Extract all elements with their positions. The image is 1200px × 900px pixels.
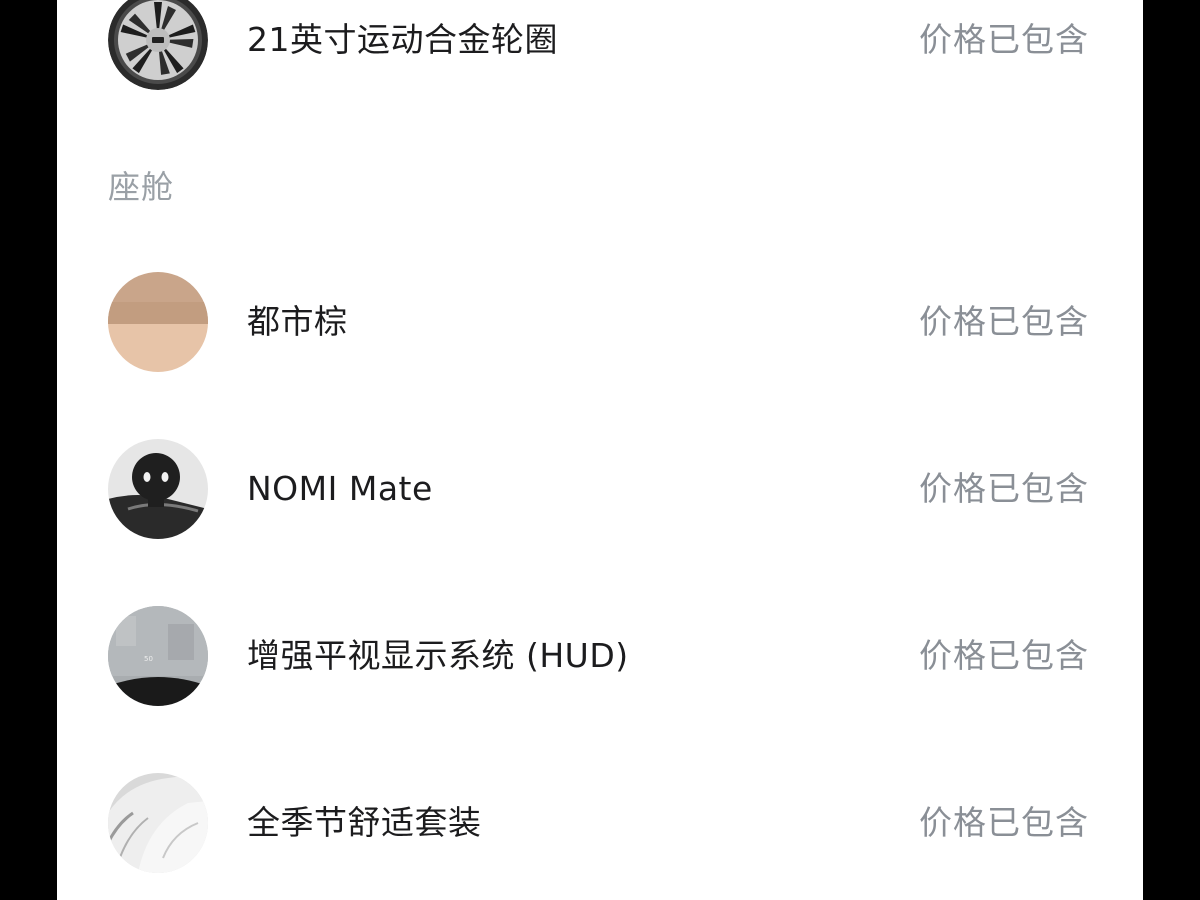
option-row-nomi-mate[interactable]: NOMI Mate 价格已包含 <box>57 439 1143 539</box>
nomi-mate-icon <box>108 439 208 539</box>
options-panel: 21英寸运动合金轮圈 价格已包含 座舱 都市棕 价格已包含 NOMI Mate … <box>57 0 1143 900</box>
hud-icon: 50 <box>108 606 208 706</box>
option-label: 都市棕 <box>247 302 348 341</box>
option-row-wheel[interactable]: 21英寸运动合金轮圈 价格已包含 <box>57 0 1143 90</box>
section-title-cabin: 座舱 <box>108 168 175 206</box>
option-price: 价格已包含 <box>919 302 1089 341</box>
option-price: 价格已包含 <box>919 636 1089 675</box>
brown-color-swatch <box>108 272 208 372</box>
seat-comfort-icon <box>108 773 208 873</box>
option-label: NOMI Mate <box>247 469 433 508</box>
option-row-hud[interactable]: 50 增强平视显示系统 (HUD) 价格已包含 <box>57 606 1143 706</box>
option-row-interior-color[interactable]: 都市棕 价格已包含 <box>57 272 1143 372</box>
option-row-comfort-package[interactable]: 全季节舒适套装 价格已包含 <box>57 773 1143 873</box>
svg-text:50: 50 <box>144 655 153 663</box>
option-label: 21英寸运动合金轮圈 <box>247 20 558 59</box>
option-label: 全季节舒适套装 <box>247 803 482 842</box>
option-price: 价格已包含 <box>919 469 1089 508</box>
option-price: 价格已包含 <box>919 20 1089 59</box>
alloy-wheel-icon <box>108 0 208 90</box>
option-price: 价格已包含 <box>919 803 1089 842</box>
option-label: 增强平视显示系统 (HUD) <box>247 636 629 675</box>
